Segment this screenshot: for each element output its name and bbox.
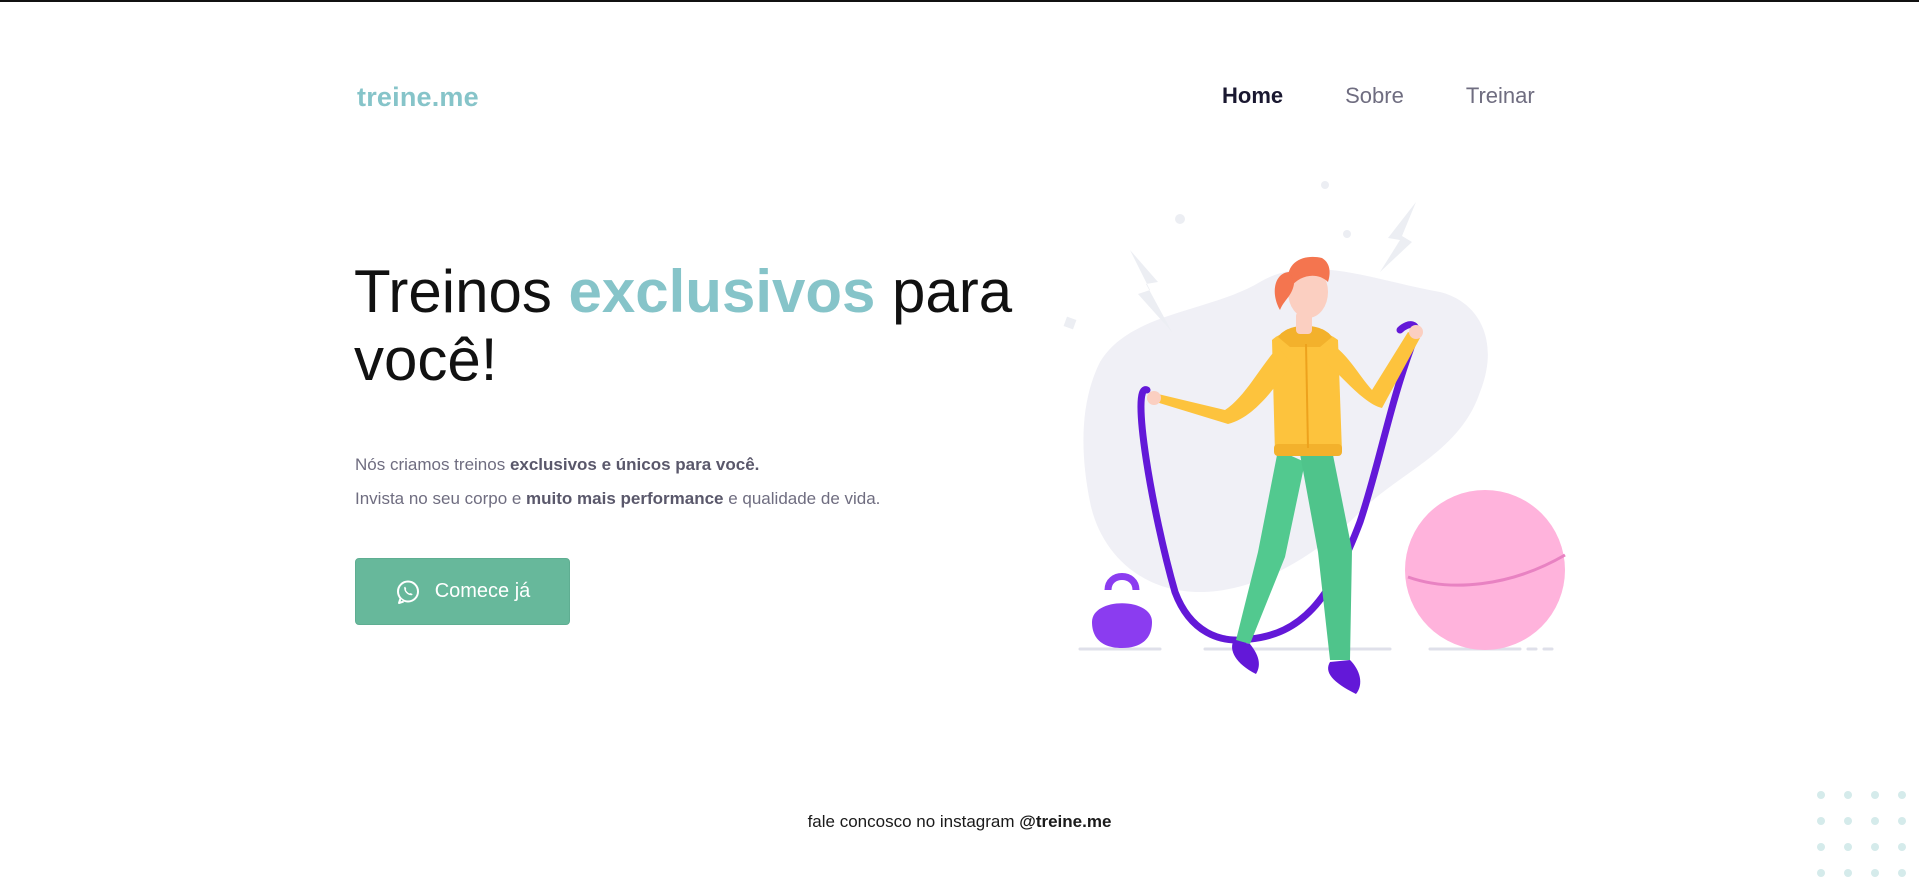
kettlebell-handle [1104,573,1140,591]
logo[interactable]: treine.me [357,82,479,113]
footer-text: fale concosco no instagram [807,812,1020,831]
whatsapp-icon [395,579,421,605]
description-line-1: Nós criamos treinos exclusivos e únicos … [355,448,880,482]
sparkle-square [1063,316,1077,330]
exercise-ball [1405,490,1565,650]
right-hand [1409,325,1423,339]
kettlebell [1092,603,1152,648]
description-line-2-text: Invista no seu corpo e [355,489,527,508]
jump-rope-illustration [1063,181,1566,694]
hero-description: Nós criamos treinos exclusivos e únicos … [355,448,880,516]
main-nav: Home Sobre Treinar [1222,83,1535,109]
decorative-dots [1817,791,1906,877]
hero-title-part1: Treinos [354,258,569,325]
footer-instagram: fale concosco no instagram @treine.me [0,812,1919,832]
description-line-2-bold: muito mais performance [526,489,724,508]
instagram-handle-link[interactable]: @treine.me [1019,812,1111,831]
description-line-1-bold: exclusivos e únicos para você. [509,455,760,474]
description-line-2: Invista no seu corpo e muito mais perfor… [355,482,880,516]
right-shoe [1328,660,1361,694]
hero-title-accent: exclusivos [568,258,876,325]
nav-item-sobre[interactable]: Sobre [1345,83,1404,109]
left-hand [1147,391,1161,405]
start-now-button[interactable]: Comece já [355,558,570,625]
left-shoe [1232,640,1259,674]
nav-item-home[interactable]: Home [1222,83,1283,109]
description-line-2-end: e qualidade de vida. [723,489,881,508]
sparkle-dot [1175,214,1185,224]
sparkle-dot [1321,181,1329,189]
nav-item-treinar[interactable]: Treinar [1466,83,1535,109]
hero-title: Treinos exclusivos para você! [354,258,1034,394]
start-now-label: Comece já [434,580,531,602]
description-line-1-text: Nós criamos treinos [355,455,510,474]
page: treine.me Home Sobre Treinar Treinos exc… [0,0,1919,883]
lightning-icon [1380,202,1416,272]
sparkle-dot [1343,230,1351,238]
